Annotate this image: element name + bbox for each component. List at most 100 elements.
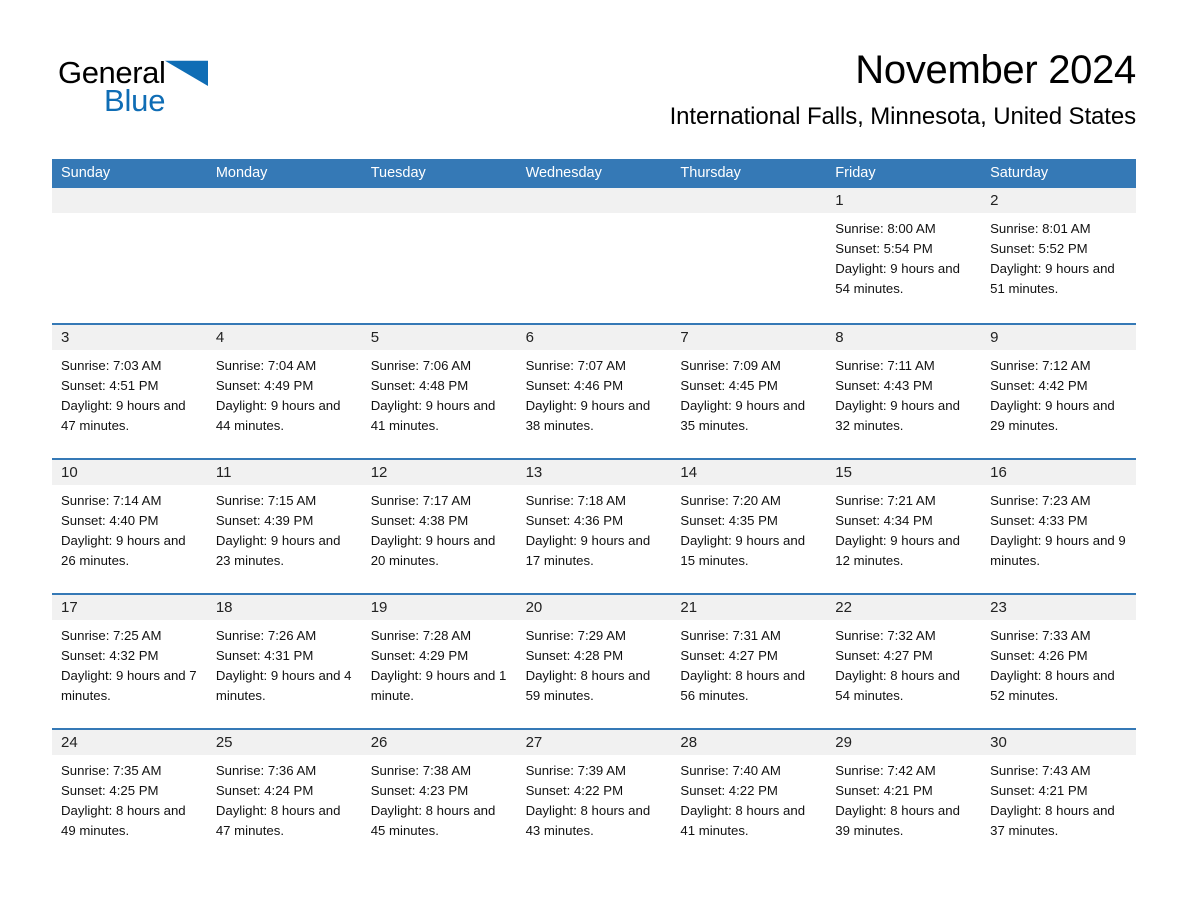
- day-cell[interactable]: 3 Sunrise: 7:03 AM Sunset: 4:51 PM Dayli…: [52, 325, 207, 458]
- day-cell[interactable]: 26 Sunrise: 7:38 AM Sunset: 4:23 PM Dayl…: [361, 730, 517, 863]
- day-number: 8: [826, 325, 982, 350]
- day-details: Sunrise: 7:21 AM Sunset: 4:34 PM Dayligh…: [826, 485, 981, 571]
- day-number: 26: [361, 730, 517, 755]
- day-cell[interactable]: 1 Sunrise: 8:00 AM Sunset: 5:54 PM Dayli…: [826, 188, 982, 323]
- location-subtitle: International Falls, Minnesota, United S…: [669, 103, 1137, 130]
- sunrise-text: Sunrise: 7:31 AM: [680, 628, 781, 643]
- sunset-text: Sunset: 4:28 PM: [525, 648, 624, 663]
- daylight-text: Daylight: 9 hours and 26 minutes.: [61, 533, 186, 568]
- day-details: Sunrise: 7:36 AM Sunset: 4:24 PM Dayligh…: [207, 755, 362, 841]
- day-cell[interactable]: 6 Sunrise: 7:07 AM Sunset: 4:46 PM Dayli…: [516, 325, 672, 458]
- daylight-text: Daylight: 9 hours and 54 minutes.: [835, 261, 960, 296]
- daylight-text: Daylight: 9 hours and 32 minutes.: [835, 398, 960, 433]
- day-details: Sunrise: 7:07 AM Sunset: 4:46 PM Dayligh…: [517, 350, 672, 436]
- sunrise-text: Sunrise: 7:15 AM: [215, 493, 317, 508]
- day-details: Sunrise: 7:04 AM Sunset: 4:49 PM Dayligh…: [207, 350, 362, 436]
- daylight-text: Daylight: 8 hours and 37 minutes.: [990, 803, 1115, 838]
- day-cell[interactable]: 10 Sunrise: 7:14 AM Sunset: 4:40 PM Dayl…: [52, 460, 207, 593]
- day-details: Sunrise: 7:26 AM Sunset: 4:31 PM Dayligh…: [207, 620, 362, 706]
- day-details: Sunrise: 7:28 AM Sunset: 4:29 PM Dayligh…: [362, 620, 517, 706]
- day-cell[interactable]: 22 Sunrise: 7:32 AM Sunset: 4:27 PM Dayl…: [826, 595, 982, 728]
- day-cell[interactable]: 15 Sunrise: 7:21 AM Sunset: 4:34 PM Dayl…: [826, 460, 982, 593]
- sunrise-text: Sunrise: 7:39 AM: [525, 763, 626, 778]
- day-number: 23: [981, 595, 1136, 620]
- day-cell[interactable]: 13 Sunrise: 7:18 AM Sunset: 4:36 PM Dayl…: [516, 460, 672, 593]
- daylight-text: Daylight: 9 hours and 38 minutes.: [525, 398, 651, 433]
- day-cell[interactable]: 9 Sunrise: 7:12 AM Sunset: 4:42 PM Dayli…: [981, 325, 1136, 458]
- sunset-text: Sunset: 4:34 PM: [835, 513, 933, 528]
- day-number: 28: [671, 730, 827, 755]
- daylight-text: Daylight: 8 hours and 49 minutes.: [61, 803, 186, 838]
- sunrise-text: Sunrise: 7:32 AM: [835, 628, 936, 643]
- day-number: 16: [981, 460, 1136, 485]
- day-cell[interactable]: 7 Sunrise: 7:09 AM Sunset: 4:45 PM Dayli…: [671, 325, 827, 458]
- sunrise-text: Sunrise: 7:25 AM: [61, 628, 162, 643]
- sunrise-text: Sunrise: 7:12 AM: [990, 358, 1091, 373]
- week-row: 1 Sunrise: 8:00 AM Sunset: 5:54 PM Dayli…: [52, 188, 1136, 323]
- daylight-text: Daylight: 8 hours and 45 minutes.: [370, 803, 496, 838]
- day-cell[interactable]: 2 Sunrise: 8:01 AM Sunset: 5:52 PM Dayli…: [981, 188, 1136, 323]
- logo-triangle-icon: [164, 60, 208, 87]
- day-cell[interactable]: 14 Sunrise: 7:20 AM Sunset: 4:35 PM Dayl…: [671, 460, 827, 593]
- sunrise-text: Sunrise: 7:43 AM: [990, 763, 1091, 778]
- sunrise-text: Sunrise: 7:06 AM: [370, 358, 472, 373]
- day-cell[interactable]: 8 Sunrise: 7:11 AM Sunset: 4:43 PM Dayli…: [826, 325, 982, 458]
- general-blue-logo[interactable]: General Blue: [58, 52, 208, 122]
- daylight-text: Daylight: 9 hours and 4 minutes.: [215, 668, 352, 703]
- daylight-text: Daylight: 9 hours and 12 minutes.: [835, 533, 960, 568]
- sunset-text: Sunset: 4:21 PM: [835, 783, 933, 798]
- day-cell[interactable]: 5 Sunrise: 7:06 AM Sunset: 4:48 PM Dayli…: [361, 325, 517, 458]
- sunset-text: Sunset: 4:24 PM: [215, 783, 314, 798]
- day-number: 9: [981, 325, 1136, 350]
- day-number: 11: [206, 460, 362, 485]
- daylight-text: Daylight: 8 hours and 56 minutes.: [680, 668, 806, 703]
- sunrise-text: Sunrise: 7:14 AM: [61, 493, 162, 508]
- day-cell[interactable]: 24 Sunrise: 7:35 AM Sunset: 4:25 PM Dayl…: [52, 730, 207, 863]
- day-cell[interactable]: 30 Sunrise: 7:43 AM Sunset: 4:21 PM Dayl…: [981, 730, 1136, 863]
- sunset-text: Sunset: 4:42 PM: [990, 378, 1088, 393]
- page-title: November 2024: [855, 48, 1136, 92]
- weekday-header-wednesday: Wednesday: [525, 165, 602, 181]
- day-number: [361, 188, 517, 213]
- day-cell[interactable]: 29 Sunrise: 7:42 AM Sunset: 4:21 PM Dayl…: [826, 730, 982, 863]
- daylight-text: Daylight: 8 hours and 54 minutes.: [835, 668, 960, 703]
- daylight-text: Daylight: 8 hours and 39 minutes.: [835, 803, 960, 838]
- sunset-text: Sunset: 4:21 PM: [990, 783, 1088, 798]
- week-row: 3 Sunrise: 7:03 AM Sunset: 4:51 PM Dayli…: [52, 323, 1136, 458]
- day-cell[interactable]: 4 Sunrise: 7:04 AM Sunset: 4:49 PM Dayli…: [206, 325, 362, 458]
- day-details: Sunrise: 7:38 AM Sunset: 4:23 PM Dayligh…: [362, 755, 517, 841]
- sunrise-text: Sunrise: 7:23 AM: [990, 493, 1091, 508]
- day-details: Sunrise: 7:33 AM Sunset: 4:26 PM Dayligh…: [981, 620, 1136, 706]
- logo-blue-text: Blue: [104, 83, 166, 118]
- day-cell[interactable]: 17 Sunrise: 7:25 AM Sunset: 4:32 PM Dayl…: [52, 595, 207, 728]
- day-cell[interactable]: 18 Sunrise: 7:26 AM Sunset: 4:31 PM Dayl…: [206, 595, 362, 728]
- day-number: 29: [826, 730, 982, 755]
- day-cell[interactable]: 25 Sunrise: 7:36 AM Sunset: 4:24 PM Dayl…: [206, 730, 362, 863]
- day-details: Sunrise: 7:15 AM Sunset: 4:39 PM Dayligh…: [207, 485, 362, 571]
- weekday-header-saturday: Saturday: [990, 165, 1049, 181]
- day-cell[interactable]: 20 Sunrise: 7:29 AM Sunset: 4:28 PM Dayl…: [516, 595, 672, 728]
- daylight-text: Daylight: 9 hours and 35 minutes.: [680, 398, 806, 433]
- day-number: [206, 188, 362, 213]
- day-number: 3: [52, 325, 207, 350]
- daylight-text: Daylight: 9 hours and 51 minutes.: [990, 261, 1115, 296]
- day-cell[interactable]: 23 Sunrise: 7:33 AM Sunset: 4:26 PM Dayl…: [981, 595, 1136, 728]
- day-number: 15: [826, 460, 982, 485]
- day-cell[interactable]: 16 Sunrise: 7:23 AM Sunset: 4:33 PM Dayl…: [981, 460, 1136, 593]
- sunrise-text: Sunrise: 7:09 AM: [680, 358, 781, 373]
- day-cell[interactable]: 19 Sunrise: 7:28 AM Sunset: 4:29 PM Dayl…: [361, 595, 517, 728]
- day-number: 17: [52, 595, 207, 620]
- sunrise-text: Sunrise: 7:38 AM: [370, 763, 472, 778]
- day-cell[interactable]: 12 Sunrise: 7:17 AM Sunset: 4:38 PM Dayl…: [361, 460, 517, 593]
- weekday-header-tuesday: Tuesday: [370, 165, 426, 181]
- sunset-text: Sunset: 4:26 PM: [990, 648, 1088, 663]
- sunrise-text: Sunrise: 7:07 AM: [525, 358, 626, 373]
- day-cell[interactable]: 11 Sunrise: 7:15 AM Sunset: 4:39 PM Dayl…: [206, 460, 362, 593]
- day-cell[interactable]: 28 Sunrise: 7:40 AM Sunset: 4:22 PM Dayl…: [671, 730, 827, 863]
- day-details: [52, 213, 207, 219]
- sunset-text: Sunset: 4:22 PM: [680, 783, 778, 798]
- sunset-text: Sunset: 4:25 PM: [61, 783, 159, 798]
- day-cell[interactable]: 21 Sunrise: 7:31 AM Sunset: 4:27 PM Dayl…: [671, 595, 827, 728]
- day-cell[interactable]: 27 Sunrise: 7:39 AM Sunset: 4:22 PM Dayl…: [516, 730, 672, 863]
- sunset-text: Sunset: 4:43 PM: [835, 378, 933, 393]
